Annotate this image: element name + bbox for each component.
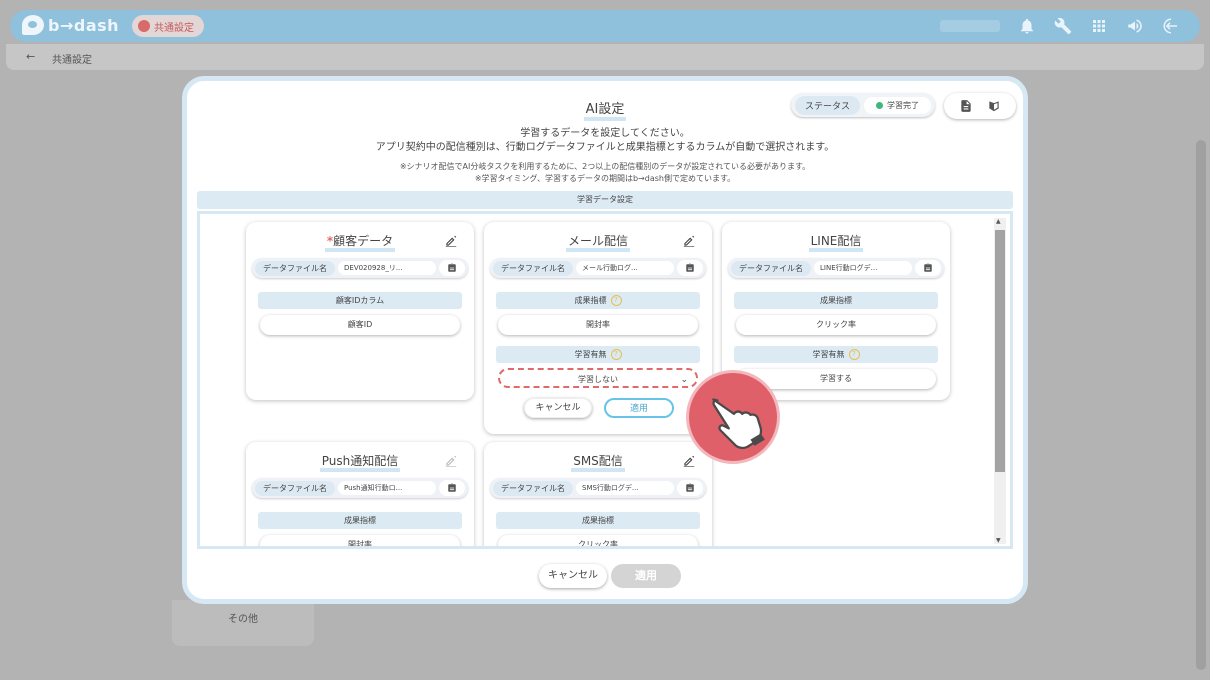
file-value: Push通知行動ロ... bbox=[338, 481, 436, 495]
field-header: 顧客IDカラム bbox=[258, 292, 462, 309]
clipboard-icon bbox=[686, 263, 694, 272]
field-header: 成果指標 bbox=[734, 292, 938, 309]
guide-shield-icon[interactable] bbox=[987, 99, 1001, 113]
section-title: 学習データ設定 bbox=[197, 191, 1013, 209]
status-value: 学習完了 bbox=[864, 96, 932, 114]
file-label: データファイル名 bbox=[493, 480, 573, 496]
bell-icon[interactable] bbox=[1018, 17, 1036, 35]
file-select-button[interactable] bbox=[439, 480, 465, 496]
card-title: LINE配信 bbox=[808, 234, 864, 252]
help-icon[interactable]: ? bbox=[610, 295, 622, 306]
status-indicator: ステータス 学習完了 bbox=[791, 93, 936, 117]
doc-actions bbox=[944, 93, 1016, 119]
help-icon[interactable]: ? bbox=[848, 349, 860, 360]
file-value: LINE行動ログデ... bbox=[814, 261, 912, 275]
scroll-up-icon[interactable]: ▲ bbox=[996, 218, 1001, 225]
card-title: SMS配信 bbox=[571, 454, 625, 472]
status-dot-icon bbox=[876, 101, 884, 109]
file-label: データファイル名 bbox=[493, 260, 573, 276]
field-header: 学習有無? bbox=[496, 346, 700, 363]
app-logo[interactable]: b→dash bbox=[22, 15, 119, 35]
card-title: 顧客データ bbox=[333, 234, 394, 248]
card-mail: メール配信 データファイル名 メール行動ログ... 成果指標? 開封率 学習有無… bbox=[484, 222, 712, 434]
wrench-icon[interactable] bbox=[1054, 17, 1072, 35]
file-value: SMS行動ログデ... bbox=[576, 481, 674, 495]
header-icon-group bbox=[1018, 17, 1180, 35]
badge-label: 共通設定 bbox=[154, 22, 194, 34]
pointer-hand-icon bbox=[686, 370, 780, 464]
file-select-button[interactable] bbox=[677, 480, 703, 496]
clipboard-icon bbox=[448, 263, 456, 272]
field-value[interactable]: クリック率 bbox=[498, 535, 698, 546]
apply-button[interactable]: 適用 bbox=[611, 564, 681, 588]
page-scrollbar[interactable] bbox=[1196, 140, 1206, 670]
file-value: メール行動ログ... bbox=[576, 261, 674, 275]
file-label: データファイル名 bbox=[731, 260, 811, 276]
edit-icon[interactable] bbox=[682, 454, 696, 468]
file-select-button[interactable] bbox=[915, 260, 941, 276]
settings-scrollbar[interactable]: ▲ ▼ bbox=[994, 218, 1006, 544]
field-header: 成果指標? bbox=[496, 292, 700, 309]
scrollbar-thumb[interactable] bbox=[995, 230, 1005, 472]
clipboard-icon bbox=[448, 483, 456, 492]
file-row: データファイル名 LINE行動ログデ... bbox=[728, 258, 944, 278]
logout-icon[interactable] bbox=[1162, 17, 1180, 35]
breadcrumb-bar: ← 共通設定 bbox=[6, 44, 1204, 70]
cancel-button[interactable]: キャンセル bbox=[539, 564, 607, 588]
field-header: 成果指標 bbox=[258, 512, 462, 529]
field-value[interactable]: 顧客ID bbox=[260, 315, 460, 335]
card-title: Push通知配信 bbox=[319, 454, 401, 472]
back-arrow-icon[interactable]: ← bbox=[26, 50, 35, 63]
status-label: ステータス bbox=[795, 95, 861, 115]
card-customer-data: *顧客データ データファイル名 DEV020928_リ... 顧客IDカラム 顧… bbox=[246, 222, 474, 400]
clipboard-icon bbox=[924, 263, 932, 272]
card-push: Push通知配信 データファイル名 Push通知行動ロ... 成果指標 開封率 bbox=[246, 442, 474, 546]
field-value[interactable]: クリック率 bbox=[736, 315, 936, 335]
card-cancel-button[interactable]: キャンセル bbox=[524, 398, 592, 418]
field-header: 成果指標 bbox=[496, 512, 700, 529]
file-row: データファイル名 メール行動ログ... bbox=[490, 258, 706, 278]
file-label: データファイル名 bbox=[255, 260, 335, 276]
file-label: データファイル名 bbox=[255, 480, 335, 496]
file-row: データファイル名 SMS行動ログデ... bbox=[490, 478, 706, 498]
background-sidebar: その他 bbox=[172, 600, 314, 646]
field-header: 学習有無? bbox=[734, 346, 938, 363]
sidebar-item-other[interactable]: その他 bbox=[228, 610, 258, 625]
document-icon[interactable] bbox=[959, 99, 973, 113]
edit-icon[interactable] bbox=[444, 454, 458, 468]
card-apply-button[interactable]: 適用 bbox=[604, 398, 674, 418]
file-row: データファイル名 Push通知行動ロ... bbox=[252, 478, 468, 498]
ai-settings-modal: AI設定 ステータス 学習完了 学習するデータを設定してください。 アプリ契約中… bbox=[182, 76, 1028, 604]
card-title: メール配信 bbox=[565, 234, 630, 252]
file-value: DEV020928_リ... bbox=[338, 261, 436, 275]
badge-icon bbox=[138, 20, 150, 32]
learning-select[interactable]: 学習しない ⌄ bbox=[498, 368, 698, 388]
apps-grid-icon[interactable] bbox=[1090, 17, 1108, 35]
settings-badge[interactable]: 共通設定 bbox=[132, 15, 204, 37]
app-header: b→dash 共通設定 bbox=[10, 10, 1200, 42]
user-name-blurred bbox=[940, 20, 1000, 32]
settings-scroll-area[interactable]: *顧客データ データファイル名 DEV020928_リ... 顧客IDカラム 顧… bbox=[197, 211, 1013, 549]
description: 学習するデータを設定してください。 アプリ契約中の配信種別は、行動ログデータファ… bbox=[375, 128, 835, 153]
logo-bubble-icon bbox=[22, 15, 44, 35]
field-value[interactable]: 開封率 bbox=[260, 535, 460, 546]
card-line: LINE配信 データファイル名 LINE行動ログデ... 成果指標 クリック率 … bbox=[722, 222, 950, 400]
megaphone-icon[interactable] bbox=[1126, 17, 1144, 35]
breadcrumb[interactable]: 共通設定 bbox=[52, 51, 92, 66]
edit-icon[interactable] bbox=[444, 234, 458, 248]
edit-icon[interactable] bbox=[682, 234, 696, 248]
chevron-down-icon: ⌄ bbox=[680, 375, 688, 385]
card-sms: SMS配信 データファイル名 SMS行動ログデ... 成果指標 クリック率 bbox=[484, 442, 712, 546]
file-row: データファイル名 DEV020928_リ... bbox=[252, 258, 468, 278]
file-select-button[interactable] bbox=[439, 260, 465, 276]
clipboard-icon bbox=[686, 483, 694, 492]
field-value[interactable]: 開封率 bbox=[498, 315, 698, 335]
logo-text: b→dash bbox=[48, 15, 120, 35]
scroll-down-icon[interactable]: ▼ bbox=[996, 537, 1001, 544]
file-select-button[interactable] bbox=[677, 260, 703, 276]
notes: ※シナリオ配信でAI分岐タスクを利用するために、2つ以上の配信種別のデータが設定… bbox=[399, 162, 811, 183]
help-icon[interactable]: ? bbox=[610, 349, 622, 360]
